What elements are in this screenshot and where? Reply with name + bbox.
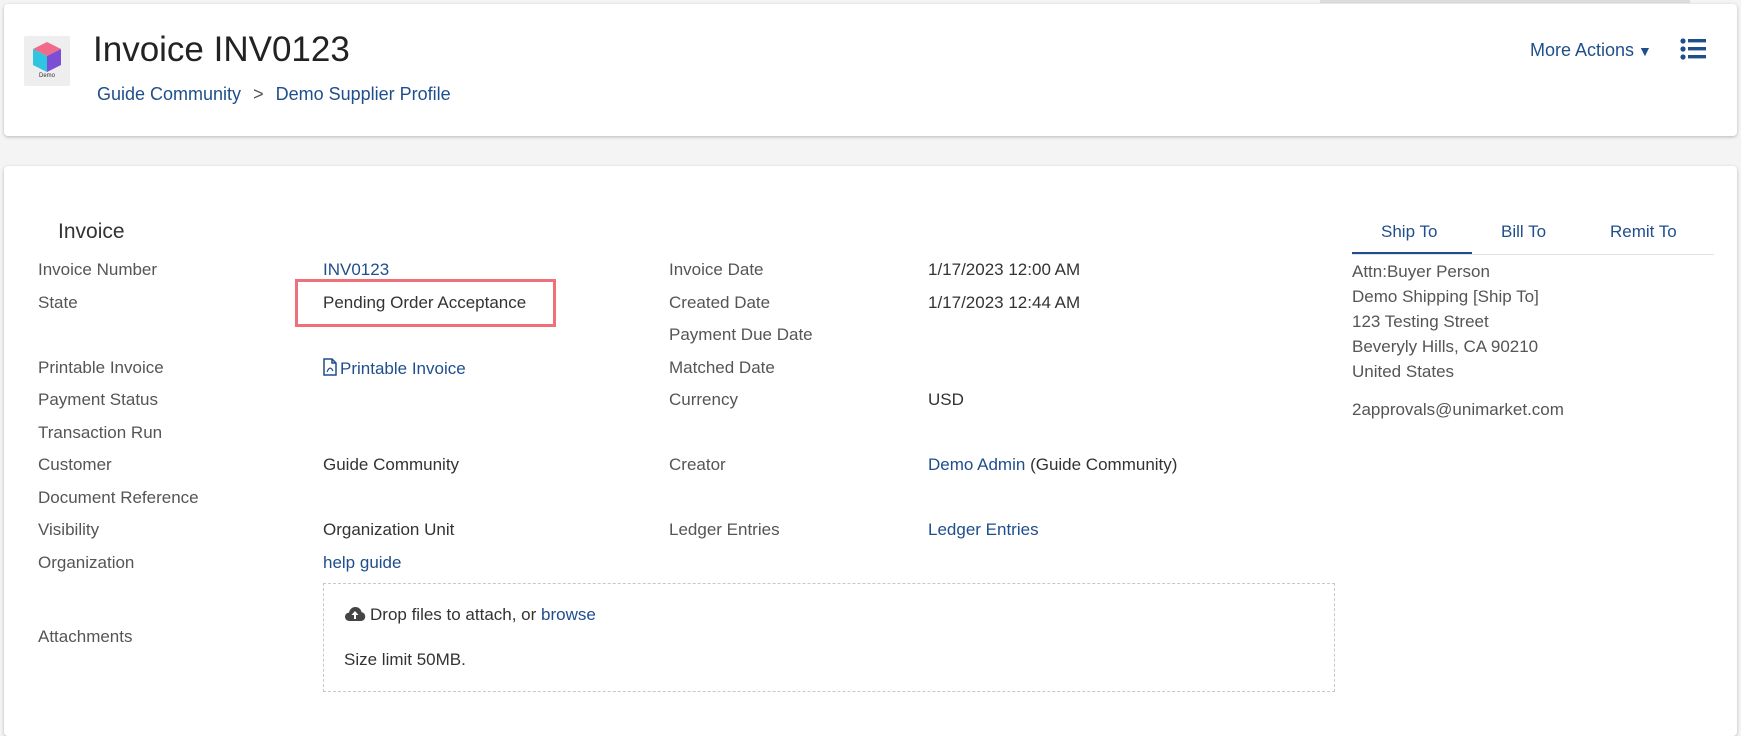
matched-date-label: Matched Date	[669, 358, 775, 377]
list-menu-icon[interactable]	[1680, 38, 1706, 65]
address-line-city: Beveryly Hills, CA 90210	[1352, 337, 1539, 356]
tab-ship-to[interactable]: Ship To	[1381, 222, 1437, 242]
visibility-label: Visibility	[38, 520, 100, 539]
breadcrumb: Guide Community > Demo Supplier Profile	[97, 84, 451, 105]
currency-value: USD	[928, 390, 964, 409]
ledger-entries-link[interactable]: Ledger Entries	[928, 520, 1039, 540]
organization-link[interactable]: help guide	[323, 553, 401, 573]
created-date-value: 1/17/2023 12:44 AM	[928, 293, 1081, 312]
demo-logo-icon: Demo	[24, 36, 70, 86]
organization-label: Organization	[38, 553, 135, 572]
caret-down-icon: ▼	[1638, 43, 1652, 59]
active-tab-indicator	[1352, 252, 1472, 254]
attachments-label: Attachments	[38, 627, 133, 646]
creator-label: Creator	[669, 455, 726, 474]
browse-link[interactable]: browse	[541, 605, 596, 624]
attachment-dropzone[interactable]: Drop files to attach, or browse Size lim…	[323, 583, 1335, 692]
creator-value: Demo Admin (Guide Community)	[928, 455, 1177, 475]
dropzone-instructions: Drop files to attach, or browse	[344, 605, 596, 625]
address-line-company: Demo Shipping [Ship To]	[1352, 287, 1539, 306]
dropzone-text: Drop files to attach, or	[370, 605, 537, 624]
invoice-date-label: Invoice Date	[669, 260, 764, 279]
logo-text: Demo	[38, 73, 55, 79]
printable-invoice-link[interactable]: Printable Invoice	[323, 358, 466, 381]
address-line-attn: Attn:Buyer Person	[1352, 262, 1490, 281]
address-line-country: United States	[1352, 362, 1455, 381]
cloud-upload-icon	[345, 607, 366, 621]
payment-status-label: Payment Status	[38, 390, 159, 409]
invoice-number-label: Invoice Number	[38, 260, 158, 279]
breadcrumb-demo-supplier-profile[interactable]: Demo Supplier Profile	[276, 84, 451, 104]
creator-link[interactable]: Demo Admin	[928, 455, 1025, 474]
invoice-date-value: 1/17/2023 12:00 AM	[928, 260, 1081, 279]
address-email: 2approvals@unimarket.com	[1352, 400, 1564, 419]
top-edge-line	[1320, 0, 1690, 3]
invoice-number-link[interactable]: INV0123	[323, 260, 389, 280]
payment-due-date-label: Payment Due Date	[669, 325, 813, 344]
document-reference-label: Document Reference	[38, 488, 199, 507]
printable-invoice-text: Printable Invoice	[340, 359, 466, 378]
pdf-file-icon	[323, 358, 337, 381]
creator-suffix: (Guide Community)	[1030, 455, 1178, 474]
more-actions-label: More Actions	[1530, 40, 1635, 60]
tab-remit-to[interactable]: Remit To	[1610, 222, 1677, 242]
address-line-street: 123 Testing Street	[1352, 312, 1489, 331]
customer-label: Customer	[38, 455, 112, 474]
state-label: State	[38, 293, 78, 312]
printable-invoice-label: Printable Invoice	[38, 358, 164, 377]
tab-bill-to[interactable]: Bill To	[1501, 222, 1546, 242]
size-limit-text: Size limit 50MB.	[344, 650, 466, 669]
address-tabs: Ship To Bill To Remit To	[1352, 214, 1714, 255]
transaction-run-label: Transaction Run	[38, 423, 163, 442]
state-value: Pending Order Acceptance	[323, 293, 527, 312]
ledger-entries-label: Ledger Entries	[669, 520, 780, 539]
section-title: Invoice	[58, 220, 125, 243]
page-title: Invoice INV0123	[93, 30, 350, 69]
page-header	[4, 4, 1737, 136]
currency-label: Currency	[669, 390, 738, 409]
created-date-label: Created Date	[669, 293, 771, 312]
customer-value: Guide Community	[323, 455, 460, 474]
breadcrumb-guide-community[interactable]: Guide Community	[97, 84, 241, 104]
more-actions-button[interactable]: More Actions ▼	[1530, 40, 1652, 61]
breadcrumb-separator: >	[253, 84, 264, 104]
visibility-value: Organization Unit	[323, 520, 455, 539]
